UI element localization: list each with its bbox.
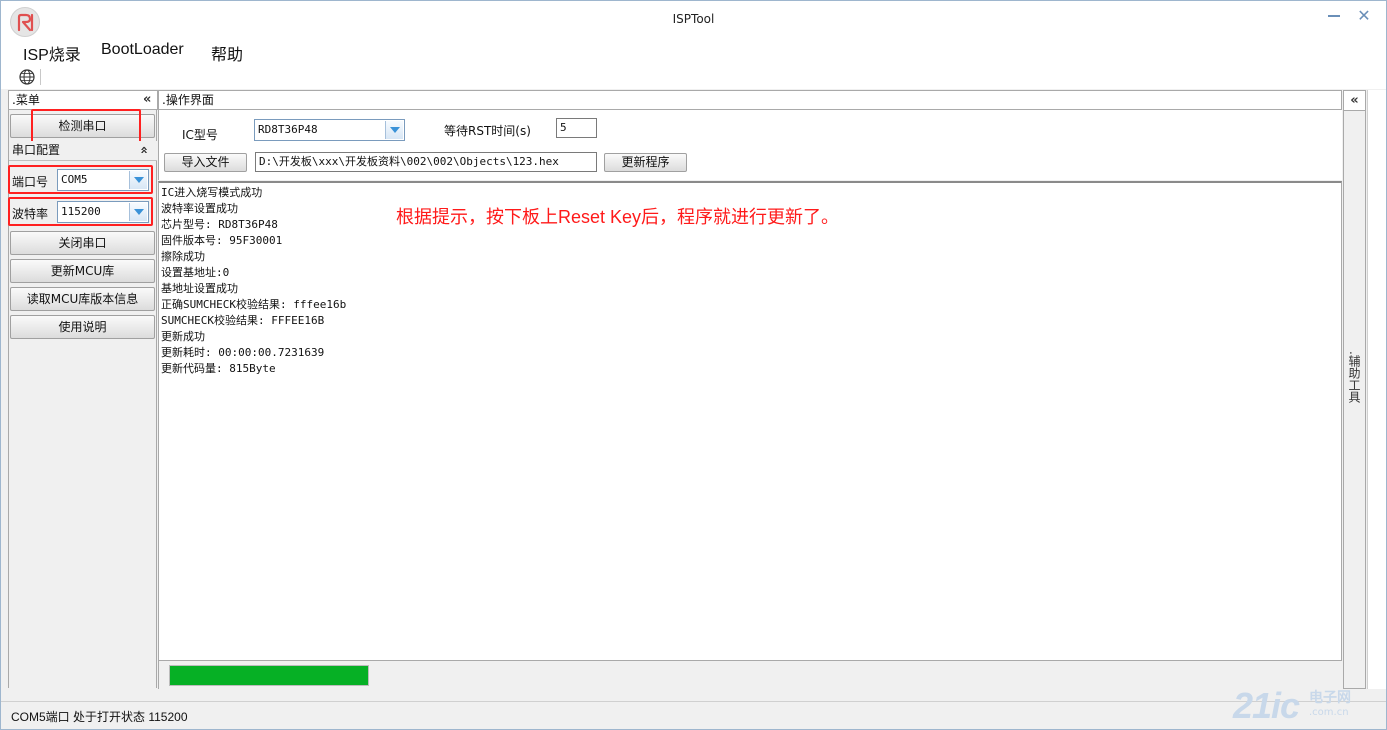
log-line: IC进入烧写模式成功 <box>161 186 263 199</box>
watermark-text: 21ic <box>1233 685 1300 726</box>
app-window: ISPTool ✕ ISP烧录 BootLoader 帮助 .菜单 « 检测串口… <box>0 0 1387 730</box>
log-line: SUMCHECK校验结果: FFFEE16B <box>161 314 325 327</box>
menu-isp-burn[interactable]: ISP烧录 <box>23 41 81 65</box>
right-edge <box>1367 90 1386 689</box>
auxiliary-tools-panel[interactable]: « .辅助工具 <box>1343 90 1366 689</box>
status-text: COM5端口 处于打开状态 115200 <box>11 710 188 724</box>
operation-panel-header: .操作界面 <box>158 90 1342 110</box>
progress-area <box>158 661 1342 689</box>
highlight-box <box>8 197 153 226</box>
collapse-left-icon[interactable]: « <box>143 91 151 109</box>
toolbar <box>1 65 1386 89</box>
log-line: 更新成功 <box>161 330 205 343</box>
operation-panel-title: .操作界面 <box>162 93 214 107</box>
highlight-box <box>31 109 141 144</box>
rst-wait-input[interactable]: 5 <box>556 118 597 138</box>
collapse-serial-config-icon[interactable]: » <box>136 146 154 154</box>
auxiliary-tools-label[interactable]: .辅助工具 <box>1347 351 1363 403</box>
progress-bar <box>169 665 369 686</box>
highlight-box <box>8 165 153 194</box>
log-line: 设置基地址:0 <box>161 266 230 279</box>
menu-bar: ISP烧录 BootLoader 帮助 <box>1 37 1386 65</box>
update-program-button[interactable]: 更新程序 <box>604 153 687 172</box>
toolbar-separator <box>40 69 41 85</box>
globe-icon[interactable] <box>18 68 36 90</box>
window-title: ISPTool <box>672 12 715 26</box>
read-mcu-version-button[interactable]: 读取MCU库版本信息 <box>10 287 155 311</box>
menu-panel-header: .菜单 « <box>8 90 158 110</box>
log-line: 擦除成功 <box>161 250 205 263</box>
menu-help[interactable]: 帮助 <box>211 41 243 65</box>
log-line: 固件版本号: 95F30001 <box>161 234 283 247</box>
watermark-logo: 21ic 电子网 .com.cn <box>1233 685 1383 727</box>
menu-bootloader[interactable]: BootLoader <box>101 41 184 59</box>
log-line: 基地址设置成功 <box>161 282 238 295</box>
annotation-text: 根据提示，按下板上Reset Key后，程序就进行更新了。 <box>396 207 840 227</box>
usage-instructions-button[interactable]: 使用说明 <box>10 315 155 339</box>
file-path-input[interactable]: D:\开发板\xxx\开发板资料\002\002\Objects\123.hex <box>255 152 597 172</box>
watermark-cn: 电子网 <box>1309 690 1351 706</box>
log-line: 更新代码量: 815Byte <box>161 362 276 375</box>
log-output[interactable]: IC进入烧写模式成功 波特率设置成功 芯片型号: RD8T36P48 固件版本号… <box>158 181 1342 661</box>
title-bar[interactable]: ISPTool ✕ <box>1 1 1386 37</box>
serial-config-header[interactable]: 串口配置 » <box>9 141 157 161</box>
progress-fill <box>170 666 368 685</box>
ic-model-value: RD8T36P48 <box>258 123 318 136</box>
serial-config-title: 串口配置 <box>12 143 61 157</box>
status-bar: COM5端口 处于打开状态 115200 <box>1 701 1386 729</box>
ic-model-select[interactable]: RD8T36P48 <box>254 119 405 141</box>
collapse-right-icon[interactable]: « <box>1344 91 1365 111</box>
watermark-url: .com.cn <box>1309 707 1349 718</box>
menu-panel-title: .菜单 <box>12 93 40 107</box>
update-mcu-library-button[interactable]: 更新MCU库 <box>10 259 155 283</box>
rst-wait-label: 等待RST时间(s) <box>444 124 531 138</box>
log-line: 更新耗时: 00:00:00.7231639 <box>161 346 325 359</box>
ic-model-label: IC型号 <box>182 128 218 142</box>
log-line: 正确SUMCHECK校验结果: fffee16b <box>161 298 347 311</box>
minimize-button[interactable] <box>1321 9 1347 25</box>
close-button[interactable]: ✕ <box>1351 6 1377 26</box>
import-file-button[interactable]: 导入文件 <box>164 153 247 172</box>
ic-model-dropdown-arrow-icon[interactable] <box>385 121 403 139</box>
close-port-button[interactable]: 关闭串口 <box>10 231 155 255</box>
